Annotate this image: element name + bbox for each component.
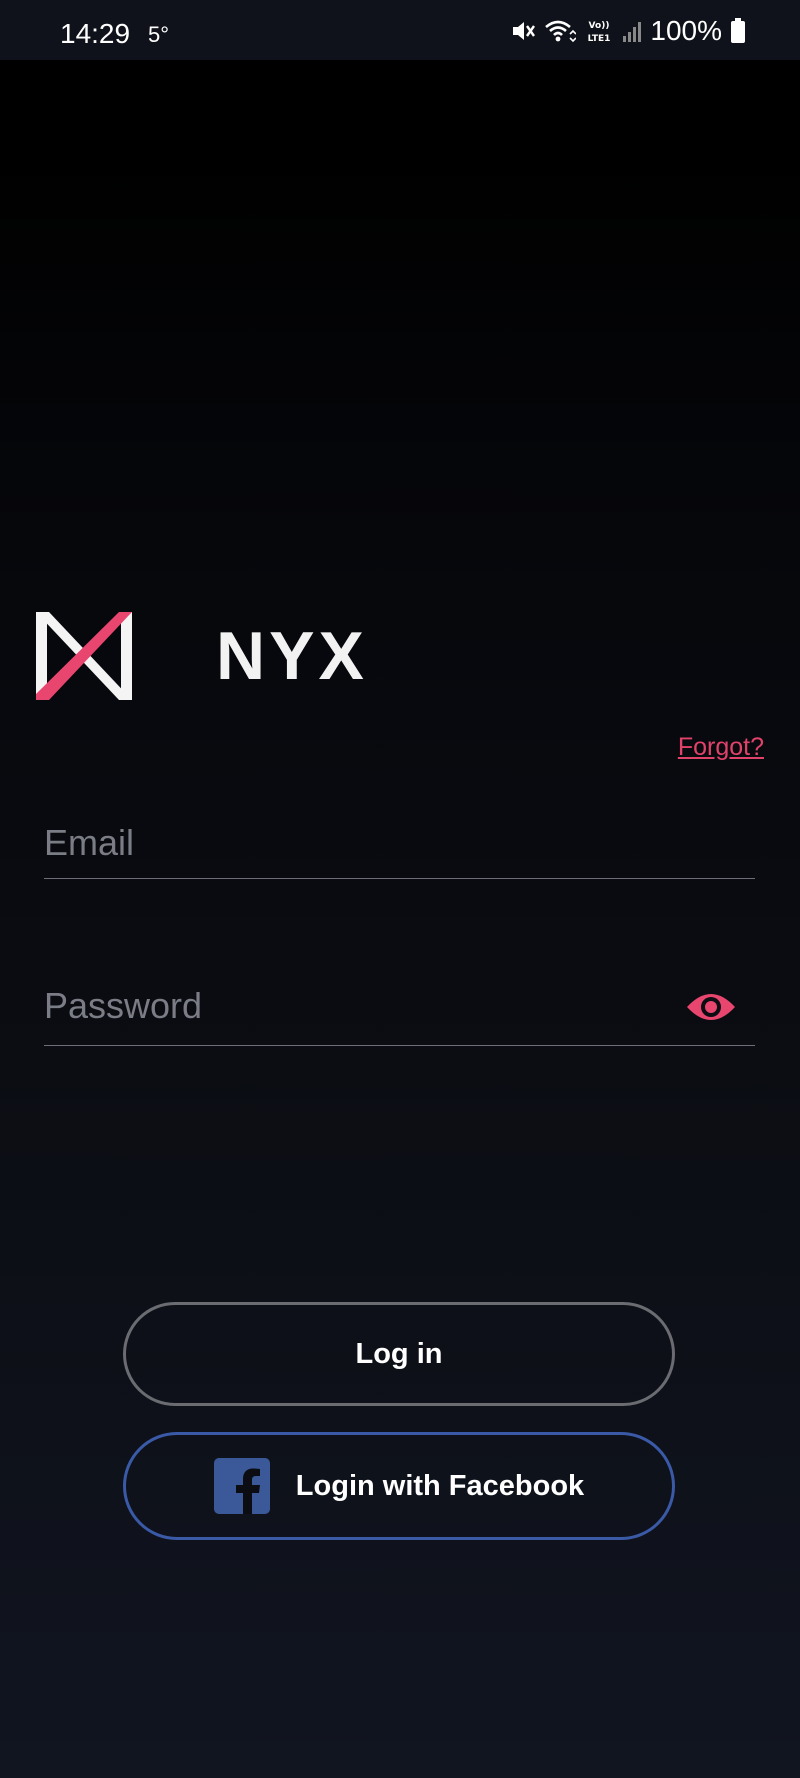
wifi-icon: [544, 18, 577, 44]
status-temperature: 5°: [148, 22, 170, 47]
email-input[interactable]: [44, 822, 755, 874]
status-icons: Vo)) LTE1 100%: [510, 15, 746, 46]
battery-percentage: 100%: [650, 15, 722, 46]
status-bar: 14:29 5° Vo)) LTE1 100%: [0, 0, 800, 60]
status-time: 14:29: [60, 18, 131, 49]
forgot-password-link[interactable]: Forgot?: [678, 733, 764, 762]
password-input[interactable]: [44, 985, 664, 1037]
password-field-container: [44, 985, 755, 1046]
login-button[interactable]: Log in: [123, 1302, 675, 1406]
battery-icon: [730, 18, 746, 44]
signal-icon: [622, 19, 642, 43]
svg-text:LTE1: LTE1: [588, 34, 611, 44]
mute-icon: [510, 18, 536, 44]
facebook-login-button[interactable]: Login with Facebook: [123, 1432, 675, 1540]
svg-text:Vo)): Vo)): [589, 21, 610, 31]
login-button-label: Log in: [355, 1337, 443, 1370]
volte-icon: Vo)) LTE1: [584, 17, 614, 45]
email-field-container: [44, 822, 755, 879]
nyx-logo-icon: [34, 610, 134, 702]
show-password-eye-icon[interactable]: [685, 987, 737, 1027]
login-screen: 14:29 5° Vo)) LTE1 100% NYX Forgot? Emai…: [0, 0, 800, 1778]
facebook-login-label: Login with Facebook: [295, 1469, 585, 1502]
logo-text: NYX: [216, 618, 368, 694]
facebook-icon: [213, 1458, 270, 1514]
app-logo: NYX: [34, 610, 368, 702]
